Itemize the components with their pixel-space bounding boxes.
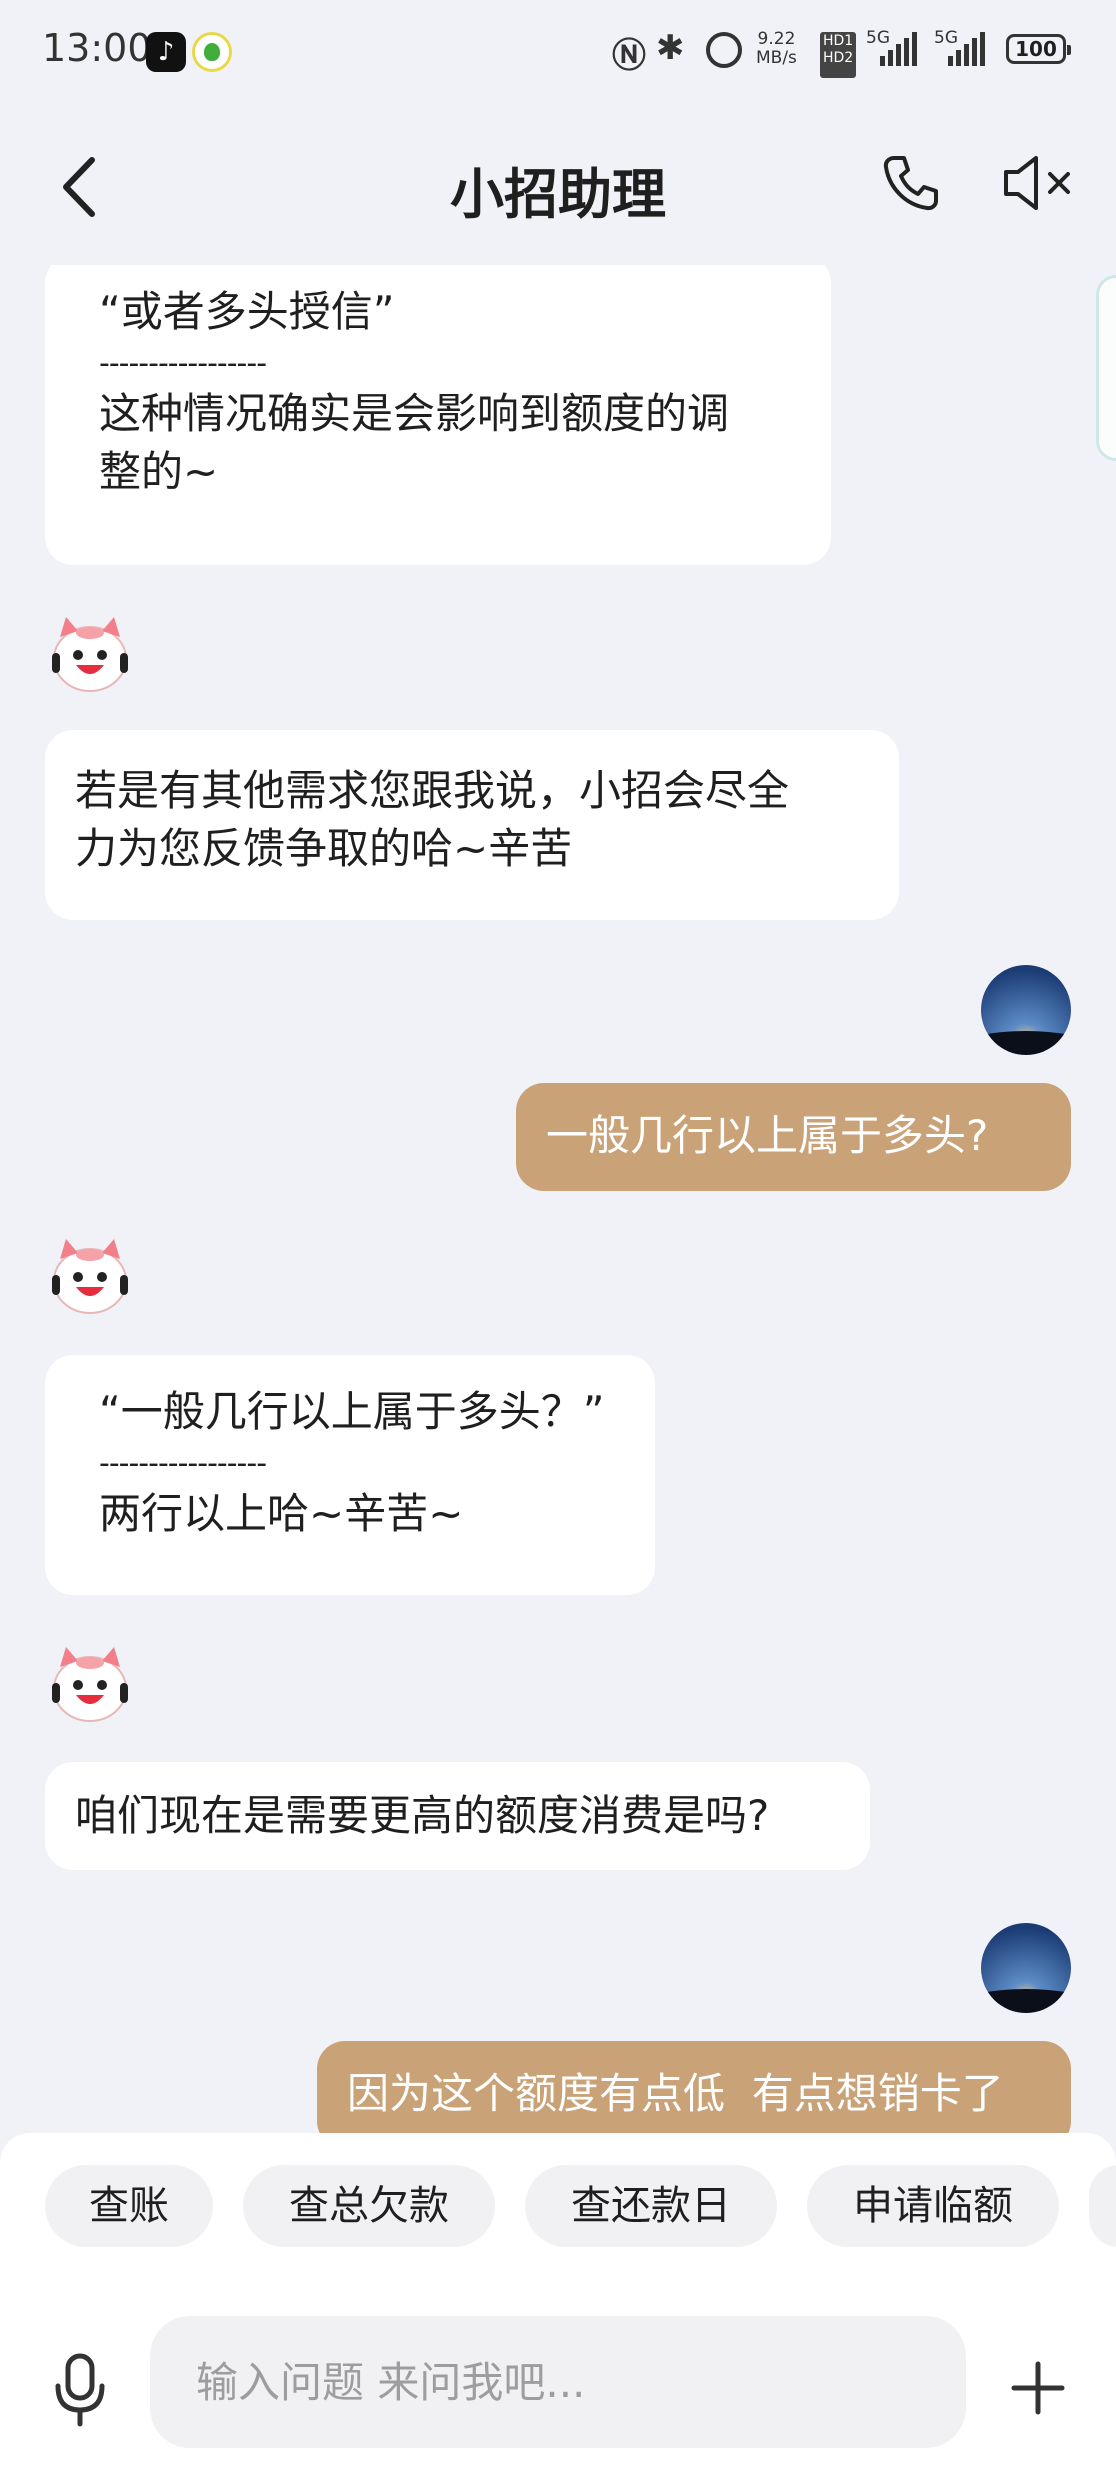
app-notification-icon: [192, 32, 232, 72]
mute-button[interactable]: [1000, 152, 1080, 214]
input-bar: [0, 2288, 1116, 2480]
phone-icon: [883, 156, 938, 211]
voice-input-button[interactable]: [50, 2352, 110, 2428]
quick-action-check-bill[interactable]: 查账: [45, 2165, 213, 2247]
speed-value: 9.22: [757, 29, 796, 49]
side-panel-tab[interactable]: [1096, 275, 1116, 461]
bot-avatar: [46, 1235, 134, 1317]
speaker-mute-icon: [1004, 156, 1070, 210]
hd1-label: HD1: [823, 33, 854, 49]
signal-icon-1: 5G: [866, 28, 926, 66]
bot-avatar: [46, 1643, 134, 1725]
status-bar: 13:00 ♪ Ⓝ ✱ 9.22 MB/s HD1 HD2 5G 5G 100: [0, 0, 1116, 100]
starry-sky-avatar-icon: [981, 1923, 1071, 2013]
quick-action-temp-limit[interactable]: 申请临额: [807, 2165, 1059, 2247]
nfc-icon: Ⓝ: [612, 36, 646, 76]
quick-actions-bar: 查账 查总欠款 查还款日 申请临额: [0, 2133, 1116, 2288]
quote-separator: -----------------: [99, 1446, 267, 1481]
bot-message-bubble: 若是有其他需求您跟我说，小招会尽全 力为您反馈争取的哈~辛苦: [45, 730, 899, 920]
plus-icon: [1011, 2361, 1065, 2415]
user-message-text: 因为这个额度有点低 有点想销卡了: [347, 2069, 1004, 2118]
chat-area[interactable]: “或者多头授信” ----------------- 这种情况确实是会影响到额度…: [0, 265, 1116, 2133]
quote-separator: -----------------: [99, 346, 267, 381]
quoted-question: “或者多头授信”: [99, 287, 395, 336]
hd-voice-icon: HD1 HD2: [820, 32, 857, 78]
page-title: 小招助理: [450, 163, 666, 226]
user-message-text: 一般几行以上属于多头?: [546, 1111, 989, 1160]
starry-sky-avatar-icon: [981, 965, 1071, 1055]
bot-message-bubble: “一般几行以上属于多头？” ----------------- 两行以上哈~辛苦…: [45, 1355, 655, 1595]
quoted-question: “一般几行以上属于多头？”: [99, 1387, 605, 1436]
cat-robot-avatar-icon: [52, 617, 128, 692]
message-input[interactable]: [150, 2316, 966, 2448]
cat-robot-avatar-icon: [52, 1647, 128, 1722]
bluetooth-icon: ✱: [656, 28, 685, 68]
user-message-bubble: 一般几行以上属于多头?: [516, 1083, 1071, 1191]
cat-robot-avatar-icon: [52, 1239, 128, 1314]
user-avatar: [981, 1923, 1071, 2013]
battery-icon: 100: [1006, 34, 1071, 64]
title-bar: 小招助理: [0, 100, 1116, 265]
bot-avatar: [46, 613, 134, 695]
bot-message-bubble: 咱们现在是需要更高的额度消费是吗?: [45, 1762, 870, 1870]
user-message-bubble: 因为这个额度有点低 有点想销卡了: [317, 2041, 1071, 2133]
user-avatar: [981, 965, 1071, 1055]
bot-message-text: 咱们现在是需要更高的额度消费是吗?: [75, 1791, 770, 1840]
quick-action-total-debt[interactable]: 查总欠款: [243, 2165, 495, 2247]
alarm-icon: [706, 32, 742, 68]
tiktok-icon: ♪: [146, 32, 186, 72]
network-speed: 9.22 MB/s: [756, 30, 797, 74]
bot-answer: 这种情况确实是会影响到额度的调 整的~: [99, 389, 730, 496]
quick-action-due-date[interactable]: 查还款日: [525, 2165, 777, 2247]
hd2-label: HD2: [823, 50, 854, 66]
more-options-button[interactable]: [1010, 2360, 1066, 2416]
speed-unit: MB/s: [756, 48, 797, 68]
status-time: 13:00: [42, 26, 152, 70]
signal-icon-2: 5G: [934, 28, 994, 66]
microphone-icon: [55, 2353, 105, 2427]
bot-message-bubble: “或者多头授信” ----------------- 这种情况确实是会影响到额度…: [45, 265, 831, 565]
quick-action-more[interactable]: [1089, 2165, 1116, 2247]
phone-call-button[interactable]: [880, 152, 942, 214]
bot-message-text: 若是有其他需求您跟我说，小招会尽全 力为您反馈争取的哈~辛苦: [75, 766, 790, 873]
bot-answer: 两行以上哈~辛苦~: [99, 1489, 464, 1538]
